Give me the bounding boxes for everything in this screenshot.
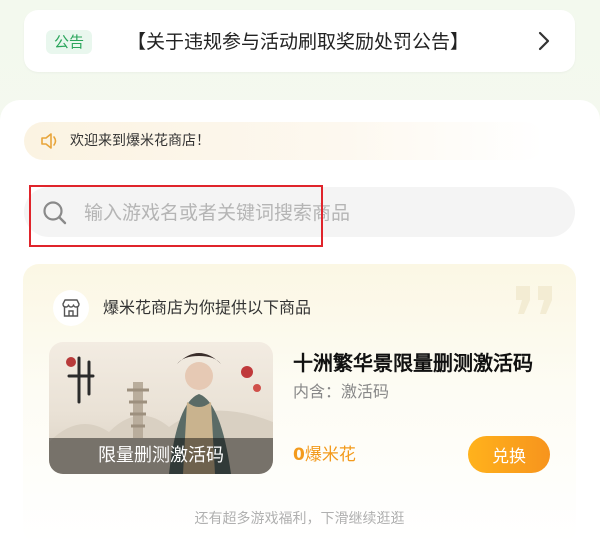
product-thumbnail[interactable]: 限量删测激活码: [49, 342, 273, 474]
product-includes: 内含：激活码: [293, 382, 390, 401]
welcome-text: 欢迎来到爆米花商店！: [70, 133, 210, 149]
quote-icon: [516, 286, 552, 314]
price-unit: 爆米花: [304, 445, 356, 465]
announcement-title[interactable]: 【关于违规参与活动刷取奖励处罚公告】: [127, 27, 469, 57]
product-price: 0爆米花: [293, 442, 356, 468]
product-thumbnail-caption: 限量删测激活码: [49, 438, 273, 474]
welcome-banner: 欢迎来到爆米花商店！: [24, 122, 544, 160]
exchange-button[interactable]: 兑换: [468, 436, 550, 473]
store-icon: [53, 290, 89, 326]
search-icon: [43, 201, 67, 225]
store-section-heading: 爆米花商店为你提供以下商品: [103, 298, 312, 317]
search-input[interactable]: [82, 195, 556, 231]
product-title[interactable]: 十洲繁华景限量删测激活码: [293, 348, 553, 378]
price-amount: 0: [293, 445, 305, 465]
speaker-icon: [41, 133, 57, 149]
scroll-more-hint: 还有超多游戏福利，下滑继续逛逛: [194, 511, 405, 527]
chevron-right-icon[interactable]: [537, 30, 551, 52]
store-card: 爆米花商店为你提供以下商品 限量删测激活码 十洲繁华景限量删测激活码 内含：激活…: [23, 264, 576, 544]
search-bar[interactable]: [24, 187, 575, 237]
announcement-tag: 公告: [46, 30, 93, 54]
announcement-bar[interactable]: 公告 【关于违规参与活动刷取奖励处罚公告】: [24, 10, 575, 72]
